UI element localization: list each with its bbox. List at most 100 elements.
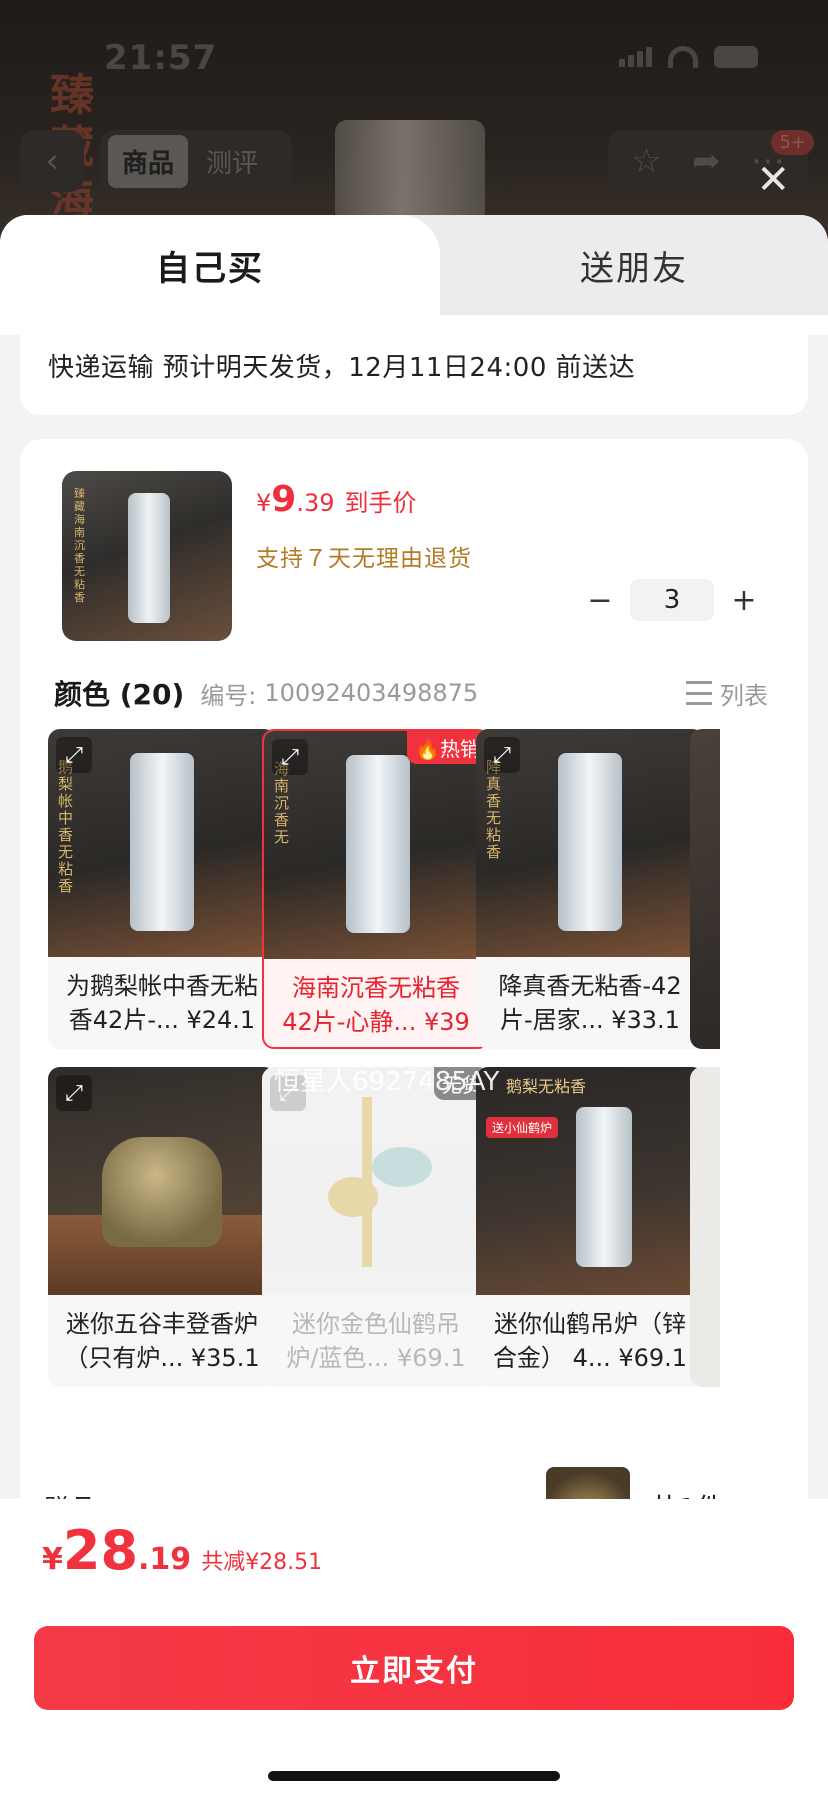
thumbnail-bottle	[128, 493, 170, 623]
variant-item[interactable]: ⤢ 迷你五谷丰登香炉 （只有炉... ¥35.1	[48, 1067, 276, 1387]
product-bottle	[558, 753, 622, 931]
back-button[interactable]: ‹	[20, 130, 84, 192]
variant-item-partial[interactable]	[690, 729, 720, 1049]
tab-send-friend-label: 送朋友	[580, 248, 688, 289]
variant-image: 鹅梨无粘香 送小仙鹤炉 ⤢	[476, 1067, 704, 1295]
shipping-info: 快递运输 预计明天发货，12月11日24:00 前送达	[20, 315, 808, 415]
expand-icon[interactable]: ⤢	[270, 1075, 306, 1111]
thumbnail-label: 臻藏海南沉香无粘香	[74, 487, 85, 604]
variant-caption: 海南沉香无粘香 42片-心静... ¥39	[264, 959, 488, 1047]
price-integer: 9	[271, 479, 297, 520]
variant-item-out-of-stock[interactable]: ⤢ 无货 迷你金色仙鹤吊 炉/蓝色... ¥69.1	[262, 1067, 490, 1387]
chevron-left-icon: ‹	[45, 141, 59, 181]
variant-image: 鹅梨帐中香无粘香 ⤢	[48, 729, 276, 957]
crane-figure	[372, 1147, 432, 1187]
shipping-text: 快递运输 预计明天发货，12月11日24:00 前送达	[48, 352, 636, 383]
variant-caption: 迷你金色仙鹤吊 炉/蓝色... ¥69.1	[262, 1295, 490, 1387]
variant-item[interactable]: 降真香无粘香 ⤢ 降真香无粘香-42 片-居家... ¥33.1	[476, 729, 704, 1049]
variant-name: 降真香无粘香-42	[498, 972, 682, 1000]
quantity-decrease-button[interactable]: −	[580, 583, 620, 618]
variant-name: 海南沉香无粘香	[292, 974, 460, 1002]
total-price: ¥ 28 .19 共减¥28.51	[42, 1519, 322, 1582]
purchase-mode-tabs: 自己买 送朋友	[0, 215, 828, 315]
promo-tag: 送小仙鹤炉	[486, 1117, 559, 1138]
variant-name: 迷你仙鹤吊炉（锌	[494, 1310, 686, 1338]
variant-item[interactable]: 鹅梨无粘香 送小仙鹤炉 ⤢ 迷你仙鹤吊炉（锌 合金） 4... ¥69.1	[476, 1067, 704, 1387]
close-icon[interactable]: ✕	[756, 160, 790, 200]
battery-icon	[714, 46, 758, 68]
tab-buy-self[interactable]: 自己买	[0, 215, 440, 315]
variant-item[interactable]: 鹅梨帐中香无粘香 ⤢ 为鹅梨帐中香无粘 香42片-... ¥24.1	[48, 729, 276, 1049]
message-badge: 5+	[771, 130, 814, 155]
checkout-bar: ¥ 28 .19 共减¥28.51 立即支付	[0, 1499, 828, 1796]
expand-icon[interactable]: ⤢	[272, 739, 308, 775]
product-options-card: 臻藏海南沉香无粘香 ¥ 9 .39 到手价 支持７天无理由退货 − 3 + 颜色…	[20, 439, 808, 1559]
list-view-label: 列表	[720, 681, 768, 710]
promo-title: 鹅梨无粘香	[506, 1077, 587, 1096]
expand-icon[interactable]: ⤢	[484, 737, 520, 773]
variant-price: （只有炉... ¥35.1	[64, 1344, 260, 1372]
pay-now-button[interactable]: 立即支付	[34, 1626, 794, 1710]
product-bottle	[130, 753, 194, 931]
total-decimal: .19	[138, 1542, 192, 1577]
variant-image: 海南沉香无 ⤢ 🔥热销	[264, 731, 488, 959]
variant-header: 颜色 (20) 编号: 10092403498875 列表	[54, 673, 768, 713]
hanging-burner	[328, 1177, 378, 1217]
price-decimal: .39	[296, 489, 335, 517]
variant-item-selected[interactable]: 海南沉香无 ⤢ 🔥热销 海南沉香无粘香 42片-心静... ¥39	[262, 729, 490, 1049]
background-nav-tabs: 商品 测评	[100, 130, 292, 192]
price-label: 到手价	[344, 489, 417, 517]
product-price: ¥ 9 .39 到手价	[256, 479, 417, 520]
signal-icon	[619, 47, 652, 67]
total-integer: 28	[62, 1519, 139, 1582]
variant-caption: 迷你仙鹤吊炉（锌 合金） 4... ¥69.1	[476, 1295, 704, 1387]
variant-name: 迷你金色仙鹤吊	[292, 1310, 460, 1338]
sku-label: 编号:	[200, 681, 257, 710]
variant-price: 炉/蓝色... ¥69.1	[286, 1344, 466, 1372]
total-currency: ¥	[42, 1542, 63, 1577]
variant-caption: 为鹅梨帐中香无粘 香42片-... ¥24.1	[48, 957, 276, 1049]
variant-image: ⤢	[48, 1067, 276, 1295]
variant-caption: 迷你五谷丰登香炉 （只有炉... ¥35.1	[48, 1295, 276, 1387]
variant-title: 颜色 (20)	[54, 678, 185, 711]
expand-icon[interactable]: ⤢	[56, 737, 92, 773]
variant-item-partial[interactable]	[690, 1067, 720, 1387]
variant-price: 42片-心静... ¥39	[282, 1008, 470, 1036]
variant-price: 香42片-... ¥24.1	[68, 1006, 256, 1034]
expand-icon[interactable]: ⤢	[56, 1075, 92, 1111]
hot-sale-label: 热销	[440, 737, 480, 761]
variant-image: 降真香无粘香 ⤢	[476, 729, 704, 957]
quantity-increase-button[interactable]: +	[724, 583, 764, 618]
product-bottle	[576, 1107, 632, 1267]
wifi-icon	[668, 46, 698, 68]
image-label: 鹅梨帐中香无粘香	[58, 758, 74, 895]
quantity-input[interactable]: 3	[630, 579, 714, 621]
list-icon	[686, 681, 712, 705]
status-time: 21:57	[104, 38, 218, 78]
fire-icon: 🔥	[415, 737, 440, 761]
price-currency: ¥	[256, 489, 272, 517]
tab-review[interactable]: 测评	[192, 135, 272, 188]
product-thumbnail[interactable]: 臻藏海南沉香无粘香	[62, 471, 232, 641]
variant-image: ⤢	[262, 1067, 490, 1295]
sku-value: 10092403498875	[264, 679, 479, 707]
variant-name: 为鹅梨帐中香无粘	[66, 972, 258, 1000]
incense-burner-image	[102, 1137, 222, 1247]
variant-caption: 降真香无粘香-42 片-居家... ¥33.1	[476, 957, 704, 1049]
share-icon[interactable]: ➦	[692, 141, 721, 181]
home-indicator	[268, 1771, 560, 1781]
tab-buy-self-label: 自己买	[156, 248, 264, 289]
variant-price: 合金） 4... ¥69.1	[492, 1344, 688, 1372]
return-policy: 支持７天无理由退货	[256, 546, 472, 572]
star-icon[interactable]: ☆	[631, 141, 661, 181]
image-label: 降真香无粘香	[486, 758, 502, 861]
tab-product[interactable]: 商品	[108, 134, 189, 188]
total-discount: 共减¥28.51	[201, 1550, 323, 1575]
list-view-toggle[interactable]: 列表	[686, 676, 768, 711]
tab-send-friend[interactable]: 送朋友	[440, 215, 828, 315]
status-icons	[619, 46, 758, 68]
variant-price: 片-居家... ¥33.1	[500, 1006, 680, 1034]
product-bottle	[346, 755, 410, 933]
quantity-stepper: − 3 +	[580, 579, 764, 621]
variant-name: 迷你五谷丰登香炉	[66, 1310, 258, 1338]
